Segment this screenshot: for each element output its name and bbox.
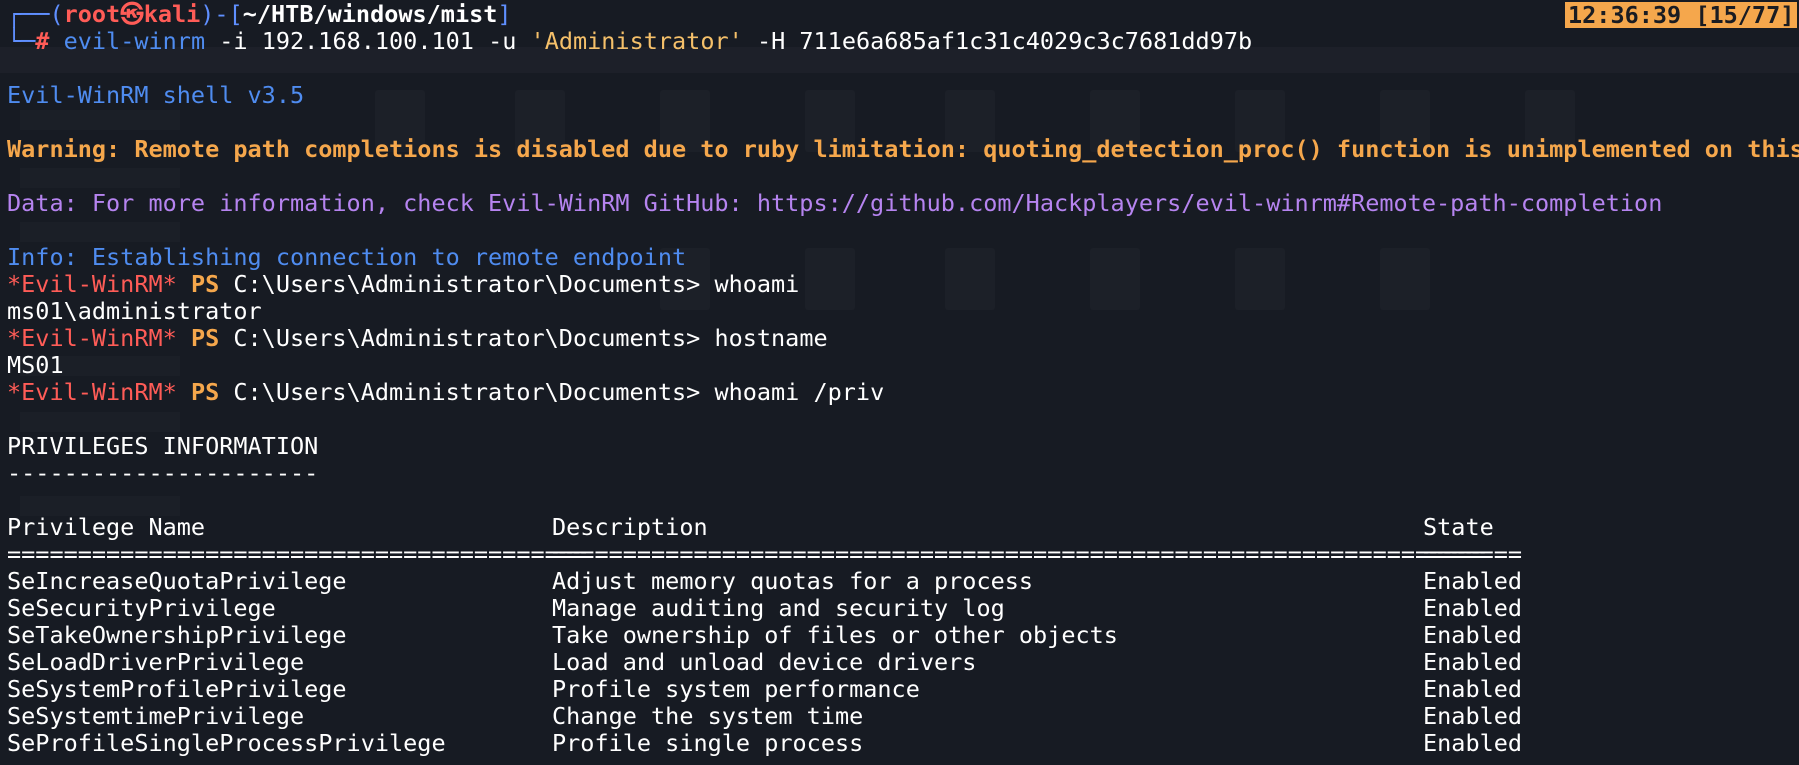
ghost-sidebar-row [20,168,180,188]
privileges-heading-rule: ---------------------- [7,459,319,487]
column-header-state: State [1423,513,1494,541]
column-rule: ======= [1423,540,1523,568]
privilege-name-cell: SeSecurityPrivilege [7,594,276,622]
command-arg: -u [488,27,517,55]
command-arg: -H [756,27,786,55]
privilege-state-cell: Enabled [1423,702,1523,730]
ps-label: PS [190,324,220,352]
skull-icon: ㉿ [120,0,144,28]
privilege-state-cell: Enabled [1423,621,1523,649]
privilege-state-cell: Enabled [1423,594,1523,622]
privilege-description-cell: Change the system time [552,702,864,730]
prompt-user: root [63,0,121,28]
command-hash: 711e6a685af1c31c4029c3c7681dd97b [799,27,1253,55]
prompt-end: ] [497,0,512,28]
command-line[interactable]: └─# evil-winrm -i 192.168.100.101 -u 'Ad… [7,28,1252,55]
ps-path: C:\Users\Administrator\Documents> [233,378,701,406]
ghost-file-icon [1235,248,1285,310]
ps-label: PS [190,270,220,298]
ps-marker: *Evil-WinRM* [7,378,177,406]
privilege-name-cell: SeProfileSingleProcessPrivilege [7,729,446,757]
privilege-state-cell: Enabled [1423,675,1523,703]
command-arg: -i [219,27,248,55]
privilege-name-cell: SeLoadDriverPrivilege [7,648,305,676]
banner-line: Evil-WinRM shell v3.5 [7,81,305,109]
ghost-file-icon [1090,248,1140,310]
privilege-description-cell: Manage auditing and security log [552,594,1005,622]
ghost-file-icon [805,248,855,310]
command-output: ms01\administrator [7,297,262,325]
privilege-name-cell: SeTakeOwnershipPrivilege [7,621,347,649]
terminal-window[interactable]: 12:36:39 [15/77] ┌──(root㉿kali)-[~/HTB/w… [0,0,1799,765]
warning-line: Warning: Remote path completions is disa… [7,135,1799,163]
ghost-file-icon [945,248,995,310]
privilege-state-cell: Enabled [1423,648,1523,676]
command-name: evil-winrm [63,27,206,55]
prompt-hash: # [35,27,50,55]
ghost-sidebar-row [20,222,180,242]
privilege-name-cell: SeIncreaseQuotaPrivilege [7,567,347,595]
prompt-host: kali [143,0,201,28]
column-header-description: Description [552,513,708,541]
shell-prompt-line: ┌──(root㉿kali)-[~/HTB/windows/mist] [7,1,512,28]
ghost-sidebar-row [20,412,180,432]
ps-marker: *Evil-WinRM* [7,270,177,298]
column-header-privilege-name: Privilege Name [7,513,206,541]
ghost-sidebar-row [20,110,180,130]
ghost-file-icon [1380,248,1430,310]
info-line: Info: Establishing connection to remote … [7,243,687,271]
clock-badge: 12:36:39 [15/77] [1565,2,1798,28]
privilege-name-cell: SeSystemtimePrivilege [7,702,305,730]
ps-command: whoami [714,270,800,298]
command-user: 'Administrator' [530,27,743,55]
ps-path: C:\Users\Administrator\Documents> [233,270,701,298]
column-rule: ========================================… [7,540,588,568]
privilege-state-cell: Enabled [1423,567,1523,595]
ps-marker: *Evil-WinRM* [7,324,177,352]
ps-prompt-line: *Evil-WinRM* PS C:\Users\Administrator\D… [7,379,884,406]
ps-command: whoami /priv [714,378,885,406]
privilege-description-cell: Adjust memory quotas for a process [552,567,1034,595]
prompt-corner: ┌──( [7,0,64,28]
ps-prompt-line: *Evil-WinRM* PS C:\Users\Administrator\D… [7,325,828,352]
prompt-mid: )-[ [200,0,243,28]
privilege-state-cell: Enabled [1423,729,1523,757]
ps-path: C:\Users\Administrator\Documents> [233,324,701,352]
command-output: MS01 [7,351,64,379]
privilege-description-cell: Profile system performance [552,675,920,703]
privilege-description-cell: Take ownership of files or other objects [552,621,1118,649]
command-ip: 192.168.100.101 [261,27,474,55]
prompt-path: ~/HTB/windows/mist [242,0,498,28]
privilege-name-cell: SeSystemProfilePrivilege [7,675,347,703]
privileges-heading: PRIVILEGES INFORMATION [7,432,319,460]
privilege-description-cell: Profile single process [552,729,864,757]
data-line: Data: For more information, check Evil-W… [7,189,1663,217]
ps-label: PS [190,378,220,406]
ps-command: hostname [714,324,828,352]
ps-prompt-line: *Evil-WinRM* PS C:\Users\Administrator\D… [7,271,799,298]
prompt-corner-bottom: └─ [7,27,36,55]
column-rule: ========================================… [552,540,1486,568]
privilege-description-cell: Load and unload device drivers [552,648,977,676]
